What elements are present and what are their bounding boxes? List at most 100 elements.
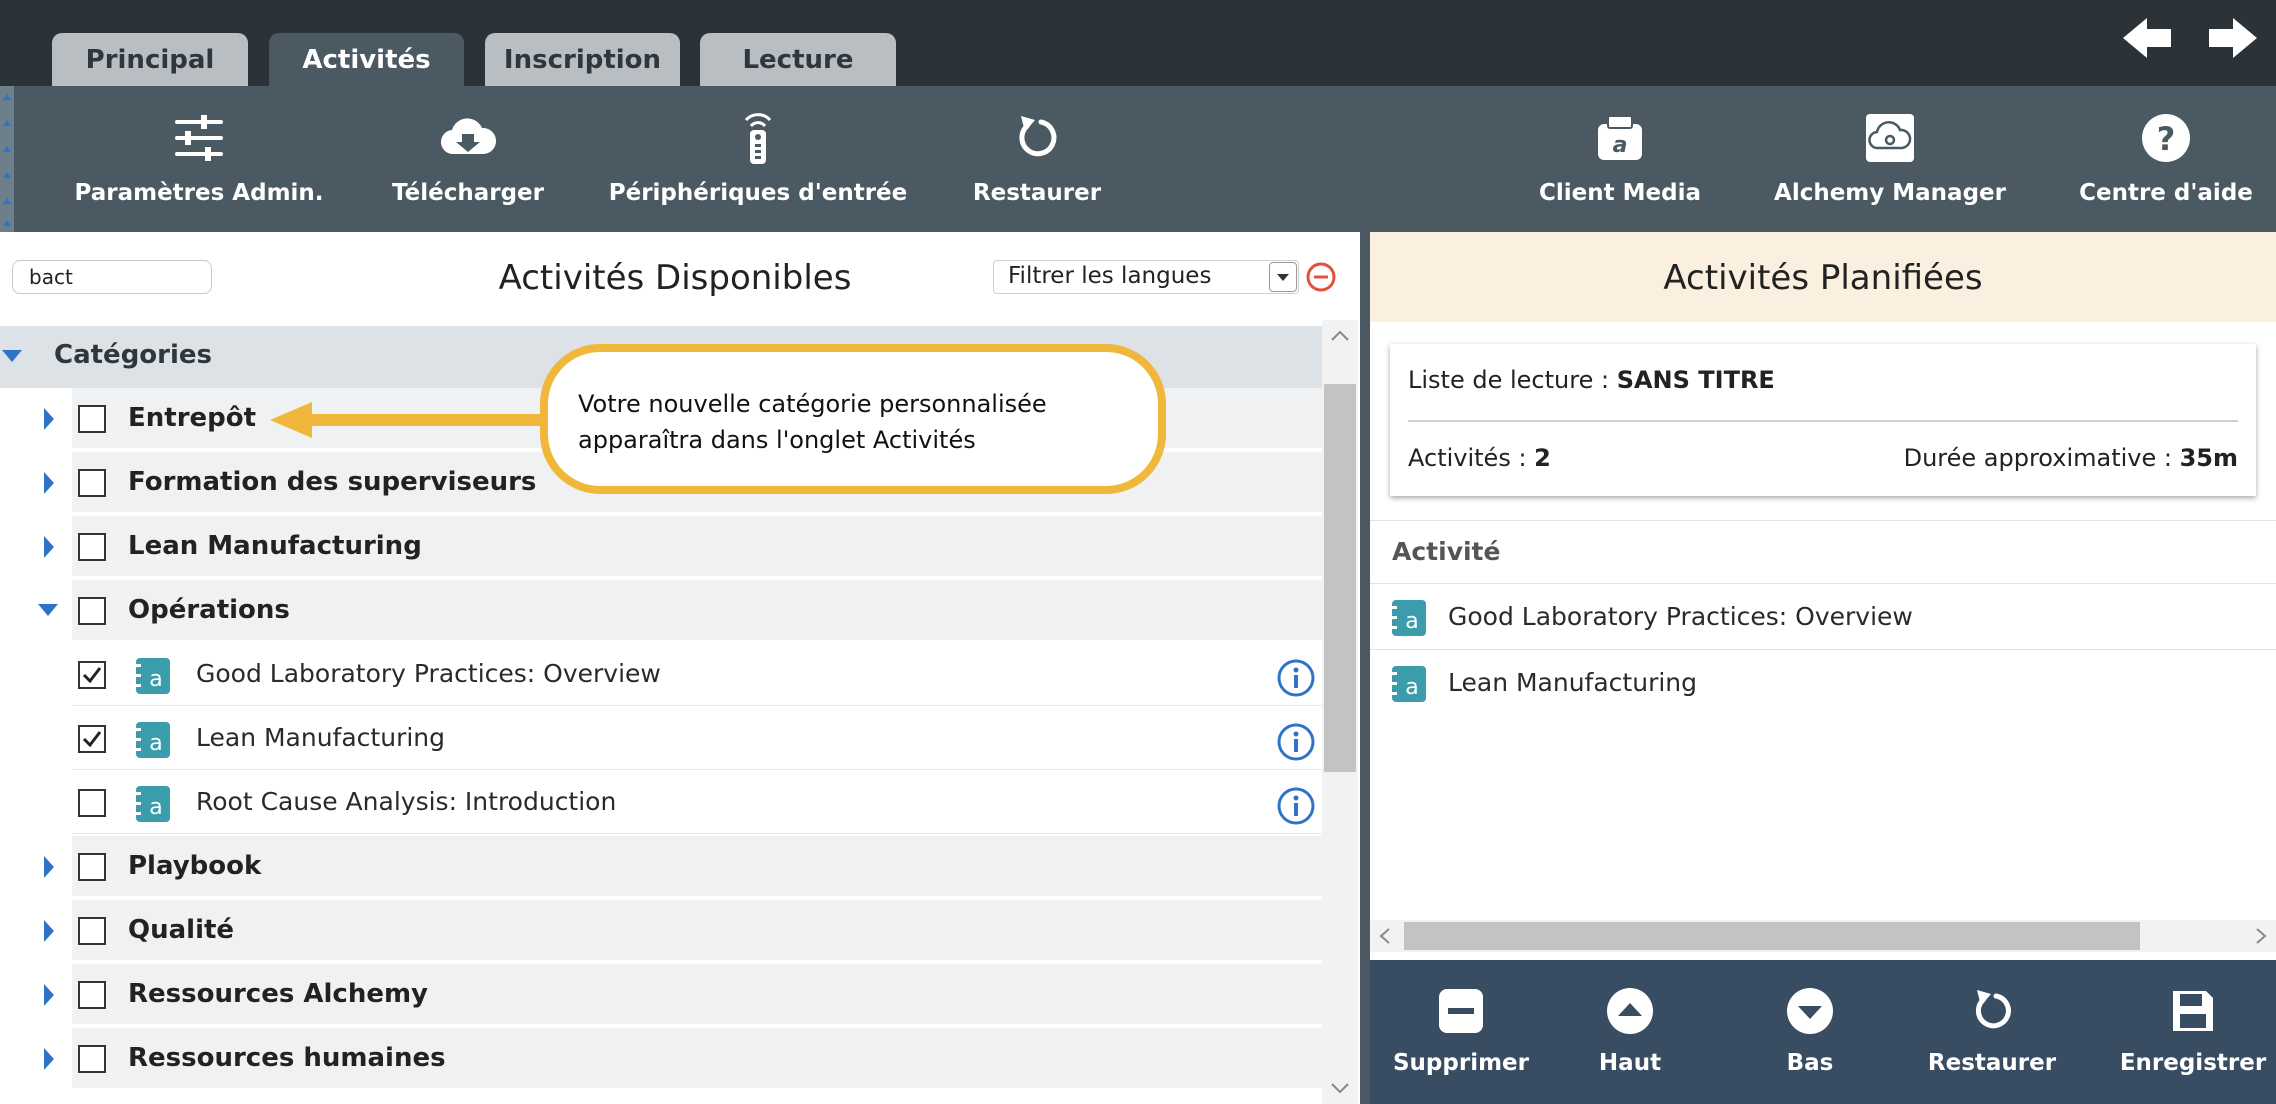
category-row-lean[interactable]: Lean Manufacturing [44, 516, 1322, 578]
tab-inscription[interactable]: Inscription [485, 33, 680, 86]
forward-arrow-icon[interactable] [2207, 14, 2259, 62]
help-icon: ? [2142, 114, 2190, 162]
arrow-down-circle-icon [1787, 988, 1833, 1034]
planned-activity-row[interactable]: a Lean Manufacturing [1370, 650, 2276, 716]
download-label: Télécharger [392, 180, 544, 206]
category-row-playbook[interactable]: Playbook [44, 836, 1322, 898]
alchemy-manager-label: Alchemy Manager [1774, 180, 2006, 206]
tab-activites[interactable]: Activités [269, 33, 464, 86]
scroll-down-icon[interactable] [1330, 1082, 1350, 1096]
arrow-up-circle-icon [1607, 988, 1653, 1034]
caret-right-icon[interactable] [42, 920, 56, 942]
category-label: Qualité [128, 915, 235, 945]
input-devices-label: Périphériques d'entrée [608, 180, 908, 206]
category-checkbox[interactable] [78, 853, 106, 881]
client-media-button[interactable]: a Client Media [1530, 86, 1710, 232]
svg-text:a: a [149, 667, 162, 692]
svg-text:a: a [1613, 133, 1628, 158]
caret-right-icon[interactable] [42, 984, 56, 1006]
save-button[interactable]: Enregistrer [2118, 960, 2268, 1104]
clear-filter-icon[interactable] [1305, 261, 1337, 293]
planned-activity-label: Good Laboratory Practices: Overview [1448, 602, 1913, 631]
svg-text:?: ? [2157, 120, 2176, 158]
back-arrow-icon[interactable] [2121, 14, 2173, 62]
scrollbar-thumb[interactable] [1404, 922, 2140, 950]
cloud-settings-icon [1866, 114, 1914, 162]
scrollbar-thumb[interactable] [1324, 384, 1356, 772]
restore-playlist-button[interactable]: Restaurer [1922, 960, 2062, 1104]
caret-down-icon[interactable] [38, 604, 58, 618]
help-center-label: Centre d'aide [2079, 180, 2253, 206]
alchemy-manager-button[interactable]: Alchemy Manager [1774, 86, 2006, 232]
activity-row[interactable]: a Root Cause Analysis: Introduction [72, 772, 1322, 834]
help-center-button[interactable]: ? Centre d'aide [2066, 86, 2266, 232]
caret-right-icon[interactable] [42, 408, 56, 430]
info-icon[interactable] [1276, 658, 1316, 698]
planned-activity-label: Lean Manufacturing [1448, 668, 1698, 697]
language-filter-select[interactable]: Filtrer les langues [993, 260, 1299, 294]
info-icon[interactable] [1276, 722, 1316, 762]
categories-label: Catégories [54, 340, 213, 370]
category-checkbox[interactable] [78, 469, 106, 497]
planned-activity-row[interactable]: a Good Laboratory Practices: Overview [1370, 584, 2276, 650]
scroll-left-icon[interactable] [1378, 927, 1392, 945]
activity-checkbox-checked[interactable] [78, 725, 106, 753]
scroll-right-icon[interactable] [2254, 927, 2268, 945]
playlist-name: Liste de lecture : SANS TITRE [1408, 366, 1775, 394]
admin-settings-button[interactable]: Paramètres Admin. [74, 86, 324, 232]
input-devices-button[interactable]: Périphériques d'entrée [609, 86, 907, 232]
planned-header: Activités Planifiées [1370, 232, 2276, 322]
activity-checkbox[interactable] [78, 789, 106, 817]
download-button[interactable]: Télécharger [378, 86, 558, 232]
svg-text:a: a [1405, 675, 1418, 700]
delete-label: Supprimer [1392, 1050, 1529, 1076]
tab-principal[interactable]: Principal [52, 33, 248, 86]
category-checkbox[interactable] [78, 981, 106, 1009]
restore-button[interactable]: Restaurer [952, 86, 1122, 232]
caret-right-icon[interactable] [42, 472, 56, 494]
info-icon[interactable] [1276, 786, 1316, 826]
checkmark-icon [82, 667, 102, 684]
svg-text:a: a [149, 731, 162, 756]
horizontal-scrollbar[interactable] [1370, 920, 2276, 952]
category-checkbox[interactable] [78, 1045, 106, 1073]
activity-type-icon: a [1389, 600, 1426, 636]
category-checkbox[interactable] [78, 533, 106, 561]
callout-text: Votre nouvelle catégorie personnalisée a… [578, 390, 1047, 454]
caret-right-icon[interactable] [42, 1048, 56, 1070]
category-row-operations[interactable]: Opérations [38, 580, 1322, 642]
planned-activities-pane: Activités Planifiées Liste de lecture : … [1370, 232, 2276, 960]
vertical-scrollbar[interactable] [1322, 320, 1358, 1104]
main-toolbar: Paramètres Admin. Télécharger Périphériq… [0, 86, 2276, 232]
category-checkbox[interactable] [78, 405, 106, 433]
category-checkbox[interactable] [78, 917, 106, 945]
move-up-button[interactable]: Haut [1570, 960, 1690, 1104]
category-label: Ressources Alchemy [128, 979, 429, 1009]
category-row-qualite[interactable]: Qualité [44, 900, 1322, 962]
scroll-up-icon[interactable] [1330, 328, 1350, 342]
svg-text:a: a [149, 795, 162, 820]
activity-type-icon: a [133, 722, 170, 758]
admin-settings-label: Paramètres Admin. [74, 180, 324, 206]
category-row-ressources-humaines[interactable]: Ressources humaines [44, 1028, 1322, 1090]
category-label: Opérations [128, 595, 290, 625]
minus-square-icon [1439, 989, 1483, 1033]
language-dropdown-button[interactable] [1269, 262, 1297, 292]
move-down-button[interactable]: Bas [1750, 960, 1870, 1104]
pane-splitter[interactable] [1360, 232, 1370, 1104]
caret-right-icon[interactable] [42, 856, 56, 878]
checkmark-icon [82, 731, 102, 748]
activity-row[interactable]: a Lean Manufacturing [72, 708, 1322, 770]
divider [1408, 420, 2238, 422]
callout-arrow [270, 402, 550, 438]
activity-column-header[interactable]: Activité [1370, 520, 2276, 584]
category-checkbox[interactable] [78, 597, 106, 625]
caret-right-icon[interactable] [42, 536, 56, 558]
collapse-handle[interactable] [0, 86, 14, 232]
activity-row[interactable]: a Good Laboratory Practices: Overview [72, 644, 1322, 706]
category-row-ressources-alchemy[interactable]: Ressources Alchemy [44, 964, 1322, 1026]
activity-checkbox-checked[interactable] [78, 661, 106, 689]
caret-down-icon [2, 350, 22, 362]
delete-button[interactable]: Supprimer [1386, 960, 1536, 1104]
tab-lecture[interactable]: Lecture [700, 33, 896, 86]
